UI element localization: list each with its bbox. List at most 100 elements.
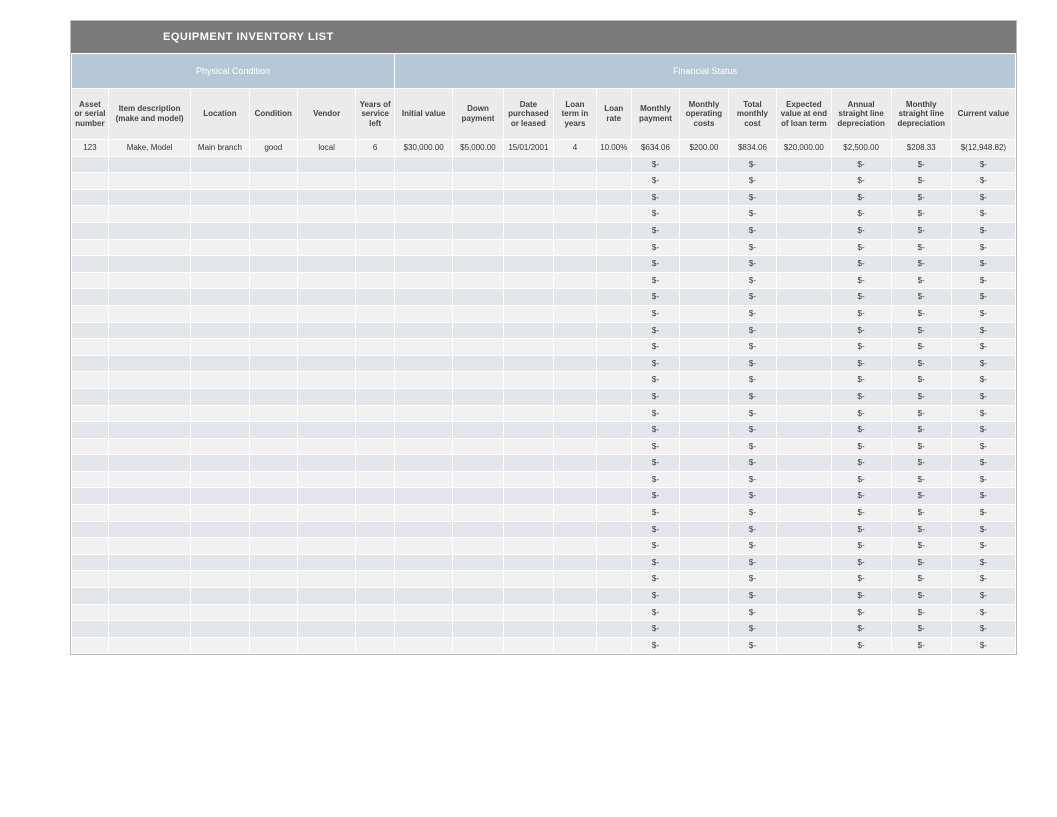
cell[interactable] <box>554 438 597 455</box>
cell[interactable]: $- <box>951 571 1015 588</box>
cell[interactable] <box>680 388 729 405</box>
cell[interactable] <box>680 422 729 439</box>
cell[interactable]: $- <box>831 339 891 356</box>
cell[interactable] <box>356 173 395 190</box>
cell[interactable] <box>453 422 503 439</box>
cell[interactable] <box>298 322 356 339</box>
cell[interactable] <box>777 289 831 306</box>
cell[interactable]: $- <box>891 405 951 422</box>
cell[interactable]: $- <box>728 637 777 654</box>
cell[interactable] <box>108 156 190 173</box>
cell[interactable]: $- <box>831 156 891 173</box>
cell[interactable]: $- <box>631 554 680 571</box>
cell[interactable]: $- <box>728 521 777 538</box>
cell[interactable]: $- <box>728 339 777 356</box>
cell[interactable]: $- <box>951 322 1015 339</box>
cell[interactable] <box>453 355 503 372</box>
cell[interactable] <box>554 189 597 206</box>
cell[interactable] <box>72 206 109 223</box>
cell[interactable] <box>72 355 109 372</box>
cell[interactable] <box>453 505 503 522</box>
cell[interactable] <box>554 538 597 555</box>
cell[interactable]: $- <box>831 521 891 538</box>
cell[interactable] <box>680 604 729 621</box>
cell[interactable] <box>395 488 453 505</box>
cell[interactable] <box>108 571 190 588</box>
cell[interactable] <box>298 438 356 455</box>
cell[interactable] <box>554 588 597 605</box>
cell[interactable] <box>249 173 298 190</box>
cell[interactable]: $- <box>831 239 891 256</box>
cell[interactable] <box>596 156 631 173</box>
cell[interactable] <box>554 554 597 571</box>
cell[interactable] <box>596 554 631 571</box>
cell[interactable]: $- <box>631 571 680 588</box>
cell[interactable] <box>777 604 831 621</box>
cell[interactable]: $- <box>891 173 951 190</box>
cell[interactable]: $- <box>631 538 680 555</box>
cell[interactable] <box>453 571 503 588</box>
cell[interactable] <box>596 222 631 239</box>
cell[interactable] <box>554 206 597 223</box>
cell[interactable] <box>680 488 729 505</box>
cell[interactable]: $- <box>891 322 951 339</box>
cell[interactable] <box>596 538 631 555</box>
cell[interactable] <box>777 388 831 405</box>
cell[interactable] <box>395 256 453 273</box>
cell[interactable] <box>554 488 597 505</box>
cell[interactable] <box>503 322 553 339</box>
cell[interactable] <box>777 322 831 339</box>
cell[interactable] <box>395 189 453 206</box>
cell[interactable]: $- <box>891 239 951 256</box>
cell[interactable] <box>395 438 453 455</box>
cell[interactable] <box>554 156 597 173</box>
cell[interactable] <box>395 156 453 173</box>
cell[interactable] <box>356 256 395 273</box>
cell[interactable] <box>453 388 503 405</box>
cell[interactable] <box>596 571 631 588</box>
cell[interactable] <box>777 339 831 356</box>
cell[interactable] <box>395 538 453 555</box>
cell[interactable] <box>453 322 503 339</box>
cell[interactable]: $- <box>631 189 680 206</box>
cell[interactable] <box>72 455 109 472</box>
cell[interactable] <box>503 604 553 621</box>
cell[interactable] <box>554 521 597 538</box>
cell[interactable] <box>108 189 190 206</box>
cell[interactable] <box>249 488 298 505</box>
cell[interactable] <box>596 637 631 654</box>
cell[interactable] <box>191 554 249 571</box>
cell[interactable]: $- <box>631 405 680 422</box>
cell[interactable]: $- <box>728 206 777 223</box>
cell[interactable]: $- <box>631 388 680 405</box>
cell[interactable]: $- <box>728 322 777 339</box>
cell[interactable] <box>395 637 453 654</box>
cell[interactable] <box>191 521 249 538</box>
cell[interactable] <box>777 505 831 522</box>
cell[interactable] <box>72 272 109 289</box>
cell[interactable]: $- <box>951 206 1015 223</box>
cell[interactable] <box>298 256 356 273</box>
cell[interactable] <box>680 272 729 289</box>
cell[interactable]: $- <box>951 637 1015 654</box>
cell[interactable]: $- <box>728 156 777 173</box>
cell[interactable] <box>249 388 298 405</box>
cell[interactable] <box>680 438 729 455</box>
cell[interactable] <box>249 305 298 322</box>
cell[interactable] <box>356 405 395 422</box>
cell[interactable] <box>298 173 356 190</box>
cell[interactable] <box>191 621 249 638</box>
cell[interactable] <box>108 256 190 273</box>
cell[interactable]: $- <box>951 388 1015 405</box>
cell[interactable]: $- <box>891 189 951 206</box>
cell[interactable]: 10.00% <box>596 140 631 157</box>
cell[interactable]: $- <box>631 305 680 322</box>
cell[interactable]: 6 <box>356 140 395 157</box>
cell[interactable]: $- <box>891 455 951 472</box>
cell[interactable] <box>356 388 395 405</box>
cell[interactable]: $- <box>728 256 777 273</box>
cell[interactable] <box>395 222 453 239</box>
cell[interactable]: $- <box>951 156 1015 173</box>
cell[interactable] <box>503 388 553 405</box>
cell[interactable] <box>777 455 831 472</box>
